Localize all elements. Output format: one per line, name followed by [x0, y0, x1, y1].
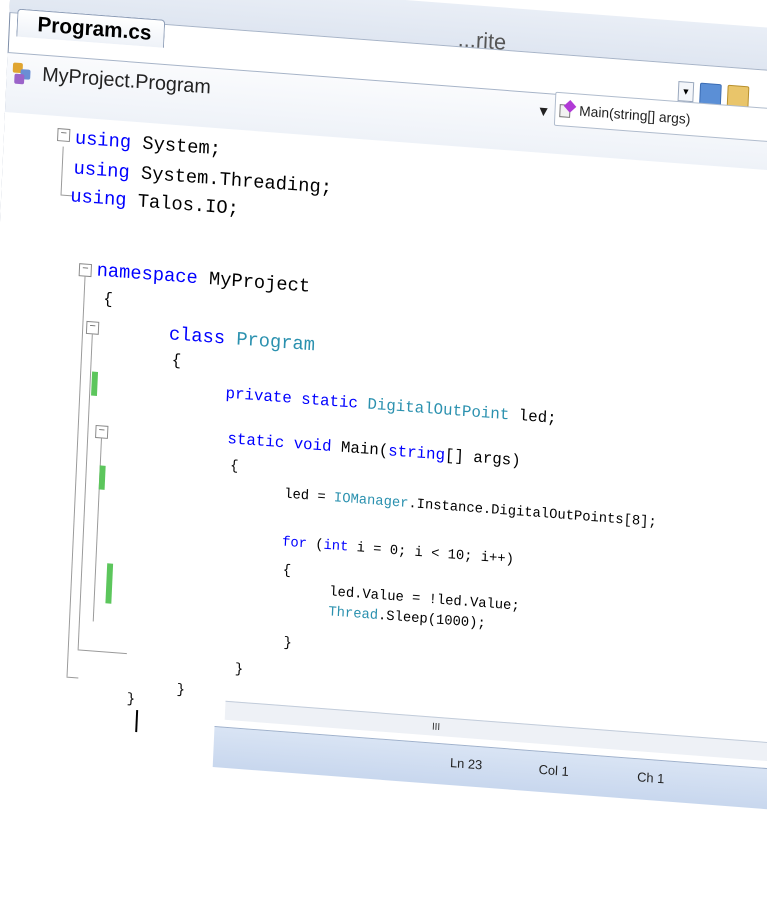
status-col: Col 1	[538, 761, 569, 780]
code-line: class Program	[168, 323, 316, 357]
code-line: led = IOManager.Instance.DigitalOutPoint…	[283, 486, 658, 531]
class-dropdown-arrow-icon[interactable]: ▼	[536, 102, 550, 119]
code-line: {	[229, 458, 239, 475]
outline-line	[66, 676, 79, 679]
changed-line-marker	[91, 371, 99, 396]
code-line: {	[282, 562, 292, 580]
changed-line-marker	[105, 563, 114, 604]
collapse-usings-icon[interactable]: −	[57, 127, 71, 143]
code-line: {	[171, 351, 182, 371]
collapse-namespace-icon[interactable]: −	[78, 262, 93, 278]
code-line: private static DigitalOutPoint led;	[225, 384, 557, 428]
changed-line-marker	[98, 465, 106, 490]
class-selector-label: MyProject.Program	[41, 63, 212, 99]
outline-line	[66, 276, 86, 677]
outline-line	[77, 649, 127, 655]
class-selector[interactable]: MyProject.Program	[12, 61, 211, 99]
class-icon	[12, 61, 37, 86]
code-line: using Talos.IO;	[69, 185, 240, 221]
code-line: static void Main(string[] args)	[227, 430, 522, 471]
window-title: ...rite	[457, 26, 507, 55]
code-line: namespace MyProject	[96, 259, 311, 298]
code-line: {	[102, 290, 114, 309]
method-icon	[559, 99, 577, 118]
code-line: using System;	[74, 127, 222, 161]
text-caret	[135, 710, 139, 733]
code-line: }	[283, 634, 293, 652]
tab-dropdown-button[interactable]: ▼	[677, 81, 695, 103]
code-editor[interactable]: − − − − using System; using System.Threa…	[0, 112, 767, 814]
collapse-class-icon[interactable]: −	[85, 320, 100, 335]
scrollbar-thumb-grip[interactable]: III	[432, 722, 441, 734]
collapse-method-icon[interactable]: −	[95, 424, 109, 439]
editor-window: ...rite Program.cs ▼ MyProject.Program ▼…	[0, 0, 767, 902]
status-ch: Ch 1	[636, 769, 665, 787]
code-line: }	[126, 691, 136, 708]
status-line: Ln 23	[449, 755, 483, 773]
code-line: }	[234, 661, 244, 678]
outline-line	[60, 146, 64, 195]
code-line: for (int i = 0; i < 10; i++)	[281, 534, 515, 569]
member-selector-label: Main(string[] args)	[578, 102, 691, 128]
code-line: }	[176, 682, 186, 699]
